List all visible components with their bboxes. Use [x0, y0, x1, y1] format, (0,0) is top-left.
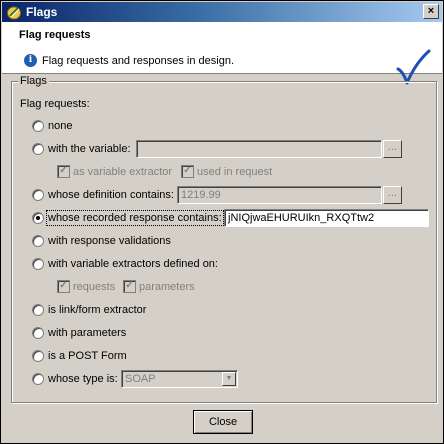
- radio-recorded-response-contains[interactable]: [32, 212, 44, 224]
- radio-response-validations[interactable]: [32, 235, 44, 247]
- definition-browse-button[interactable]: ...: [383, 186, 402, 204]
- checkbox-used-in-request[interactable]: ✓: [181, 165, 194, 178]
- radio-none[interactable]: [32, 120, 44, 132]
- flags-dialog: Flags × Flag requests i Flag requests an…: [0, 0, 444, 444]
- checkbox-requests[interactable]: ✓: [57, 280, 70, 293]
- radio-type-is[interactable]: [32, 373, 44, 385]
- variable-browse-button[interactable]: ...: [383, 140, 402, 158]
- radio-with-parameters-label[interactable]: with parameters: [48, 327, 126, 339]
- recorded-response-input[interactable]: jNIQjwaEHURUIkn_RXQTtw2: [224, 209, 429, 227]
- radio-with-variable[interactable]: [32, 143, 44, 155]
- radio-type-is-label[interactable]: whose type is:: [48, 373, 118, 385]
- flag-app-icon: [7, 6, 21, 20]
- radio-link-form-extractor[interactable]: [32, 304, 44, 316]
- checkbox-parameters[interactable]: ✓: [123, 280, 136, 293]
- radio-variable-extractors-label[interactable]: with variable extractors defined on:: [48, 258, 218, 270]
- window-title: Flags: [26, 5, 58, 19]
- groupbox-legend: Flags: [18, 75, 49, 87]
- window-close-button[interactable]: ×: [423, 4, 439, 19]
- checkbox-as-variable-extractor[interactable]: ✓: [57, 165, 70, 178]
- radio-with-parameters[interactable]: [32, 327, 44, 339]
- header-description: Flag requests and responses in design.: [42, 55, 235, 67]
- radio-recorded-response-label[interactable]: whose recorded response contains:: [46, 210, 224, 226]
- definition-input[interactable]: 1219.99: [177, 186, 382, 204]
- used-in-request-label: used in request: [197, 166, 273, 178]
- type-select-value: SOAP: [125, 373, 156, 385]
- radio-variable-extractors-on[interactable]: [32, 258, 44, 270]
- radio-definition-contains[interactable]: [32, 189, 44, 201]
- dialog-header: Flag requests i Flag requests and respon…: [2, 22, 442, 85]
- close-button[interactable]: Close: [193, 410, 253, 434]
- radio-post-form-label[interactable]: is a POST Form: [48, 350, 127, 362]
- chevron-down-icon[interactable]: ▼: [222, 372, 236, 386]
- as-variable-extractor-label: as variable extractor: [73, 166, 173, 178]
- type-select[interactable]: SOAP ▼: [121, 370, 238, 388]
- title-bar[interactable]: Flags ×: [2, 2, 442, 22]
- radio-with-variable-label[interactable]: with the variable:: [48, 143, 131, 155]
- info-icon: i: [24, 54, 37, 67]
- requests-label: requests: [73, 281, 116, 293]
- radio-definition-contains-label[interactable]: whose definition contains:: [48, 189, 174, 201]
- radio-post-form[interactable]: [32, 350, 44, 362]
- radio-none-label[interactable]: none: [48, 120, 72, 132]
- radio-link-form-extractor-label[interactable]: is link/form extractor: [48, 304, 146, 316]
- header-title: Flag requests: [19, 29, 91, 41]
- variable-input[interactable]: [136, 140, 382, 158]
- radio-response-validations-label[interactable]: with response validations: [48, 235, 171, 247]
- parameters-label: parameters: [139, 281, 195, 293]
- flag-requests-label: Flag requests:: [20, 98, 90, 110]
